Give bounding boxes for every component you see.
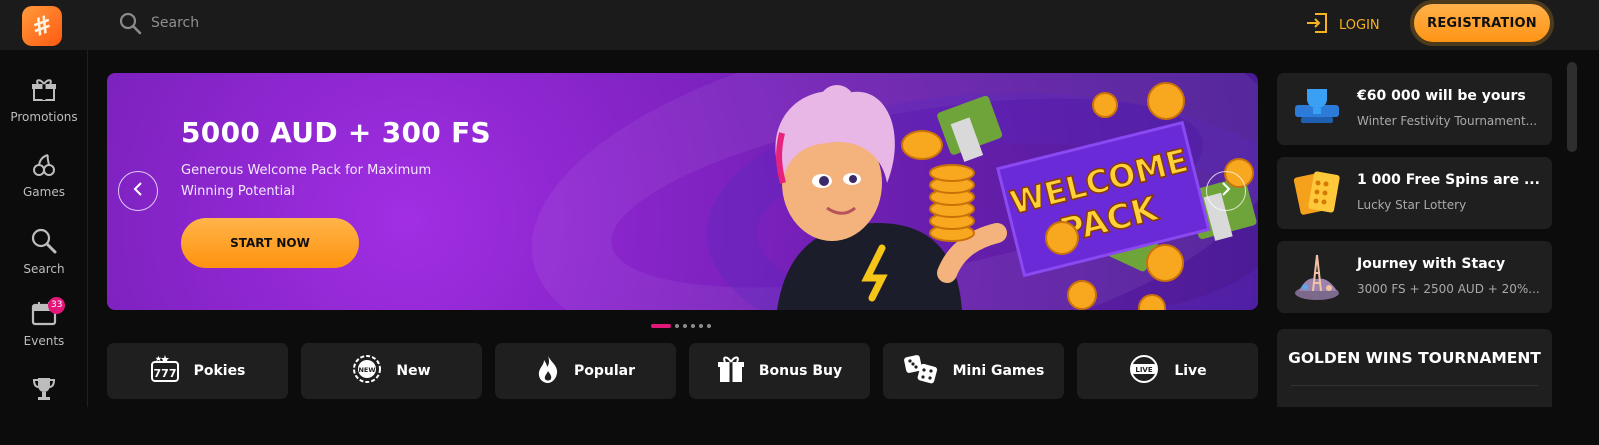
promo-card-subtitle: Lucky Star Lottery [1357, 198, 1467, 212]
category-label: Popular [573, 363, 636, 379]
carousel-pagination [651, 324, 711, 328]
sidebar: Promotions Games Search 33 Events [0, 50, 88, 407]
login-label: LOGIN [1339, 17, 1380, 33]
carousel-next-button[interactable] [1206, 171, 1246, 211]
flame-icon [536, 354, 560, 388]
carousel-dot-6[interactable] [707, 324, 711, 328]
sidebar-item-search[interactable]: Search [0, 228, 88, 298]
carousel-dot-2[interactable] [675, 324, 679, 328]
promo-card[interactable]: €60 000 will be yours Winter Festivity T… [1277, 73, 1552, 145]
login-icon [1305, 12, 1329, 38]
category-label: New [396, 363, 431, 379]
live-icon: LIVE [1128, 354, 1160, 388]
logo-mark-icon: # [27, 9, 57, 43]
promo-card-title: 1 000 Free Spins are ... [1357, 172, 1540, 188]
registration-button[interactable]: REGISTRATION [1410, 0, 1554, 46]
search-icon [118, 11, 142, 35]
hero-banner[interactable]: 5000 AUD + 300 FS Generous Welcome Pack … [107, 73, 1258, 310]
chevron-left-icon [131, 181, 145, 201]
tournament-trophy-icon [1295, 89, 1339, 123]
scrollbar[interactable] [1563, 50, 1599, 407]
promo-card-title: €60 000 will be yours [1357, 88, 1526, 104]
sidebar-item-events[interactable]: 33 Events [0, 297, 88, 370]
category-popular[interactable]: Popular [495, 343, 676, 399]
scrollbar-thumb[interactable] [1567, 62, 1577, 152]
category-live[interactable]: LIVE Live [1077, 343, 1258, 399]
trophy-icon [31, 375, 57, 401]
promo-card-subtitle: 3000 FS + 2500 AUD + 20%... [1357, 282, 1540, 296]
chevron-right-icon [1219, 181, 1233, 201]
sidebar-item-games[interactable]: Games [0, 153, 88, 223]
top-bar: # LOGIN REGISTRATION [0, 0, 1599, 50]
category-pokies[interactable]: 777 Pokies [107, 343, 288, 399]
sidebar-item-label: Search [23, 262, 65, 276]
tournament-panel: GOLDEN WINS TOURNAMENT [1277, 329, 1552, 407]
dice-icon [903, 354, 939, 388]
carousel-dot-4[interactable] [691, 324, 695, 328]
svg-text:777: 777 [153, 367, 176, 380]
category-bonus-buy[interactable]: Bonus Buy [689, 343, 870, 399]
category-label: Mini Games [952, 363, 1045, 379]
gift-icon [31, 78, 57, 102]
eiffel-tower-icon [1295, 254, 1339, 300]
carousel-dot-1[interactable] [651, 324, 671, 328]
hero-subtitle: Generous Welcome Pack for Maximum Winnin… [181, 163, 432, 199]
search-bar[interactable] [118, 11, 451, 35]
events-count-badge: 33 [48, 297, 66, 314]
svg-text:LIVE: LIVE [1136, 366, 1153, 374]
promo-card[interactable]: 1 000 Free Spins are ... Lucky Star Lott… [1277, 157, 1552, 229]
gift-icon [717, 355, 745, 387]
sidebar-item-label: Promotions [10, 110, 78, 124]
sidebar-item-tournaments[interactable] [0, 375, 88, 445]
cherries-icon [32, 153, 56, 177]
sidebar-item-label: Games [23, 185, 65, 199]
site-logo[interactable]: # [22, 6, 62, 46]
new-badge-icon: NEW [352, 354, 382, 388]
sidebar-item-promotions[interactable]: Promotions [0, 78, 88, 148]
hero-title: 5000 AUD + 300 FS [181, 116, 492, 149]
welcome-pack-illustration: WELCOME PACK [775, 82, 1257, 310]
category-mini-games[interactable]: Mini Games [883, 343, 1064, 399]
category-label: Live [1174, 363, 1207, 379]
category-label: Bonus Buy [758, 363, 843, 379]
promo-card-title: Journey with Stacy [1357, 256, 1506, 272]
game-category-tabs: 777 Pokies NEW New Popular Bonus Buy Min… [107, 343, 1258, 399]
sidebar-item-label: Events [23, 334, 65, 348]
search-input[interactable] [151, 15, 451, 31]
slot-777-icon: 777 [150, 355, 180, 387]
carousel-dot-5[interactable] [699, 324, 703, 328]
lottery-ticket-icon [1293, 171, 1340, 215]
svg-text:NEW: NEW [359, 366, 376, 374]
carousel-prev-button[interactable] [118, 171, 158, 211]
login-button[interactable]: LOGIN [1305, 12, 1380, 38]
promo-card-subtitle: Winter Festivity Tournament... [1357, 114, 1538, 128]
search-icon [31, 228, 57, 254]
start-now-button[interactable]: START NOW [181, 218, 359, 268]
promo-card[interactable]: Journey with Stacy 3000 FS + 2500 AUD + … [1277, 241, 1552, 313]
carousel-dot-3[interactable] [683, 324, 687, 328]
category-label: Pokies [193, 363, 246, 379]
category-new[interactable]: NEW New [301, 343, 482, 399]
tournament-divider [1291, 385, 1538, 386]
tournament-title: GOLDEN WINS TOURNAMENT [1288, 349, 1541, 367]
